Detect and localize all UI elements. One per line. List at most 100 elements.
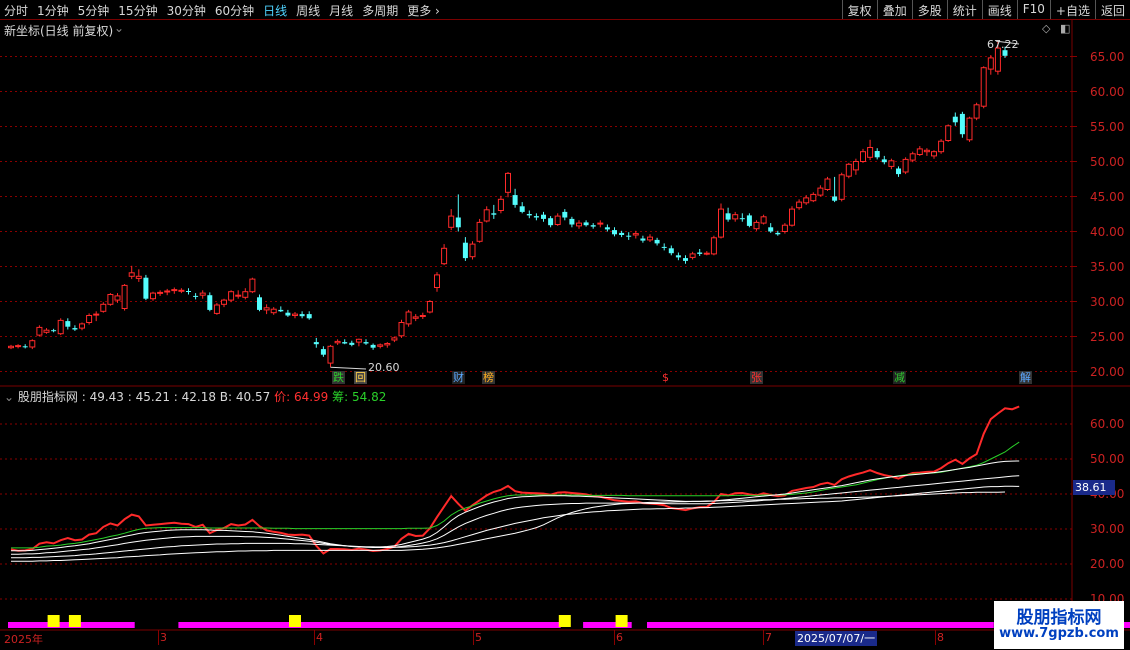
candle-body — [128, 272, 135, 277]
event-marker[interactable]: $ — [661, 371, 670, 384]
candle — [193, 293, 199, 300]
candle-body — [270, 308, 277, 314]
panel-toggle-icon[interactable]: ◧ — [1060, 22, 1070, 35]
candle — [931, 150, 937, 159]
candle — [768, 223, 774, 233]
candle — [292, 312, 298, 319]
y-tick-label: 50.00 — [1090, 452, 1125, 466]
candle-body — [994, 47, 1001, 72]
candle — [349, 340, 355, 347]
candle — [746, 213, 752, 228]
candle — [569, 216, 575, 228]
candle-body — [355, 338, 362, 343]
candle — [128, 265, 135, 280]
candle — [576, 220, 582, 229]
candle-body — [43, 329, 50, 333]
candle-body — [824, 178, 831, 190]
candle-body — [931, 151, 937, 157]
candle — [817, 185, 824, 197]
candle — [51, 328, 57, 333]
signal-marker — [615, 615, 628, 627]
event-marker[interactable]: 张 — [750, 371, 763, 384]
diamond-icon[interactable]: ◇ — [1042, 22, 1050, 35]
candle-body — [186, 291, 191, 292]
time-label: 8 — [937, 631, 944, 644]
candle-body — [342, 342, 348, 344]
signal-marker — [47, 615, 60, 627]
candle — [760, 214, 767, 225]
candle-body — [562, 211, 568, 218]
candle-body — [285, 312, 291, 316]
candle-body — [320, 349, 326, 355]
candle-body — [121, 284, 128, 309]
candle — [519, 202, 525, 214]
event-marker[interactable]: 回 — [354, 371, 367, 384]
y-tick-label: 60.00 — [1090, 417, 1125, 431]
candle — [263, 304, 270, 315]
candle-body — [952, 116, 958, 123]
candle-body — [15, 345, 22, 348]
candle-body — [306, 314, 312, 319]
chevron-down-icon[interactable]: ⌄ — [4, 390, 14, 404]
candle — [22, 344, 28, 349]
candle — [612, 227, 617, 237]
candle-body — [384, 343, 391, 346]
candle-body — [612, 230, 617, 235]
candle-body — [157, 291, 164, 294]
candle-body — [789, 208, 795, 226]
event-marker[interactable]: 财 — [452, 371, 465, 384]
candle-body — [107, 294, 114, 305]
candle — [107, 293, 114, 306]
candle-body — [781, 224, 788, 232]
candle-body — [768, 227, 774, 232]
signal-marker — [558, 615, 571, 627]
candle-body — [753, 221, 760, 230]
candle-body — [377, 344, 384, 347]
low-marker-arrow — [330, 366, 367, 370]
candle — [384, 342, 391, 348]
signal-bars — [8, 615, 1130, 628]
candle — [973, 102, 980, 121]
candle — [689, 251, 696, 260]
event-marker[interactable]: 解 — [1019, 371, 1032, 384]
candle-body — [541, 214, 546, 219]
candle — [661, 243, 667, 251]
event-marker[interactable]: 减 — [893, 371, 906, 384]
candle — [980, 66, 987, 109]
low-price-label: 20.60 — [368, 361, 400, 374]
candle — [178, 288, 185, 294]
candle — [796, 199, 803, 210]
candle — [150, 291, 156, 301]
candle — [342, 339, 348, 345]
chevron-down-icon[interactable]: ⌄ — [114, 21, 124, 35]
candle — [327, 344, 334, 368]
candle — [739, 213, 745, 222]
candle-body — [647, 236, 653, 241]
candle-body — [257, 297, 262, 310]
event-marker[interactable]: 跌 — [332, 371, 345, 384]
candle — [299, 311, 305, 319]
candle-body — [65, 321, 71, 327]
time-label: 2025年 — [4, 633, 43, 646]
candle-body — [810, 193, 817, 202]
average-line — [11, 460, 1020, 552]
candle — [476, 218, 483, 243]
candle — [896, 166, 901, 177]
candle — [753, 220, 760, 231]
candle-body — [597, 222, 604, 225]
candle — [100, 302, 107, 313]
candle — [186, 288, 191, 295]
candle — [832, 176, 838, 203]
candle-body — [554, 215, 561, 226]
candle-body — [57, 319, 64, 335]
candle-body — [973, 104, 980, 119]
indicator-values: : 49.43 : 45.21 : 42.18 B: 40.57 — [81, 390, 271, 404]
candle-body — [519, 206, 525, 212]
event-marker[interactable]: 榜 — [482, 371, 495, 384]
candle — [725, 207, 731, 222]
candle-body — [448, 215, 455, 228]
candle-body — [228, 291, 235, 301]
y-tick-label: 20.00 — [1090, 557, 1125, 571]
indicator-header: ⌄ 股朋指标网 : 49.43 : 45.21 : 42.18 B: 40.57… — [4, 388, 386, 405]
candle-body — [363, 342, 369, 344]
